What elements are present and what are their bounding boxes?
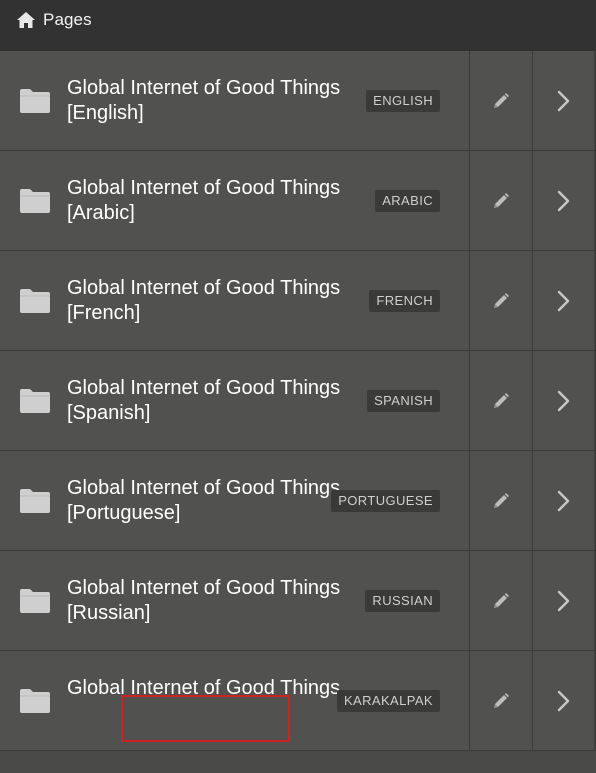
open-button[interactable] <box>532 451 594 550</box>
chevron-right-icon <box>557 690 569 711</box>
page-name[interactable]: Global Internet of Good Things [Russian] <box>67 576 359 626</box>
chevron-right-icon <box>557 290 569 311</box>
language-badge: PORTUGUESE <box>331 490 440 512</box>
edit-button[interactable] <box>469 151 532 250</box>
pencil-icon <box>494 192 509 208</box>
page-row[interactable]: Global Internet of Good Things [English]… <box>0 51 596 151</box>
chevron-right-icon <box>557 490 569 511</box>
edit-button[interactable] <box>469 51 532 150</box>
pencil-icon <box>494 92 509 108</box>
open-button[interactable] <box>532 651 594 750</box>
page-name[interactable]: Global Internet of Good Things [Portugue… <box>67 476 359 526</box>
open-button[interactable] <box>532 51 594 150</box>
language-badge: KARAKALPAK <box>336 690 440 712</box>
pencil-icon <box>494 292 509 308</box>
page-row[interactable]: Global Internet of Good Things [Spanish]… <box>0 351 596 451</box>
pencil-icon <box>494 392 509 408</box>
language-badge: ARABIC <box>375 190 440 212</box>
edit-button[interactable] <box>469 351 532 450</box>
edit-button[interactable] <box>469 251 532 350</box>
chevron-right-icon <box>557 590 569 611</box>
page-list: Global Internet of Good Things [English]… <box>0 51 596 751</box>
open-button[interactable] <box>532 551 594 650</box>
pages-panel: Pages Global Internet of Good Things [En… <box>0 0 596 773</box>
page-name[interactable]: Global Internet of Good Things [English] <box>67 76 359 126</box>
folder-icon <box>20 289 50 313</box>
open-button[interactable] <box>532 151 594 250</box>
footer-strip <box>0 754 596 773</box>
edit-button[interactable] <box>469 451 532 550</box>
pages-header: Pages <box>0 0 596 51</box>
chevron-right-icon <box>557 190 569 211</box>
language-badge: FRENCH <box>369 290 440 312</box>
edit-button[interactable] <box>469 651 532 750</box>
page-name[interactable]: Global Internet of Good Things <box>67 676 359 701</box>
page-row[interactable]: Global Internet of Good Things KARAKALPA… <box>0 651 596 751</box>
page-row[interactable]: Global Internet of Good Things [Arabic] … <box>0 151 596 251</box>
folder-icon <box>20 589 50 613</box>
page-name[interactable]: Global Internet of Good Things [Spanish] <box>67 376 359 426</box>
folder-icon <box>20 489 50 513</box>
page-row[interactable]: Global Internet of Good Things [Russian]… <box>0 551 596 651</box>
page-row[interactable]: Global Internet of Good Things [French] … <box>0 251 596 351</box>
folder-icon <box>20 689 50 713</box>
open-button[interactable] <box>532 351 594 450</box>
language-badge: ENGLISH <box>366 90 440 112</box>
folder-icon <box>20 389 50 413</box>
chevron-right-icon <box>557 90 569 111</box>
folder-icon <box>20 89 50 113</box>
home-icon[interactable] <box>16 11 36 29</box>
open-button[interactable] <box>532 251 594 350</box>
chevron-right-icon <box>557 390 569 411</box>
pencil-icon <box>494 692 509 708</box>
pencil-icon <box>494 492 509 508</box>
language-badge: SPANISH <box>367 390 440 412</box>
folder-icon <box>20 189 50 213</box>
page-row[interactable]: Global Internet of Good Things [Portugue… <box>0 451 596 551</box>
pencil-icon <box>494 592 509 608</box>
edit-button[interactable] <box>469 551 532 650</box>
page-name[interactable]: Global Internet of Good Things [Arabic] <box>67 176 359 226</box>
page-name[interactable]: Global Internet of Good Things [French] <box>67 276 359 326</box>
page-title: Pages <box>43 10 92 29</box>
language-badge: RUSSIAN <box>365 590 440 612</box>
